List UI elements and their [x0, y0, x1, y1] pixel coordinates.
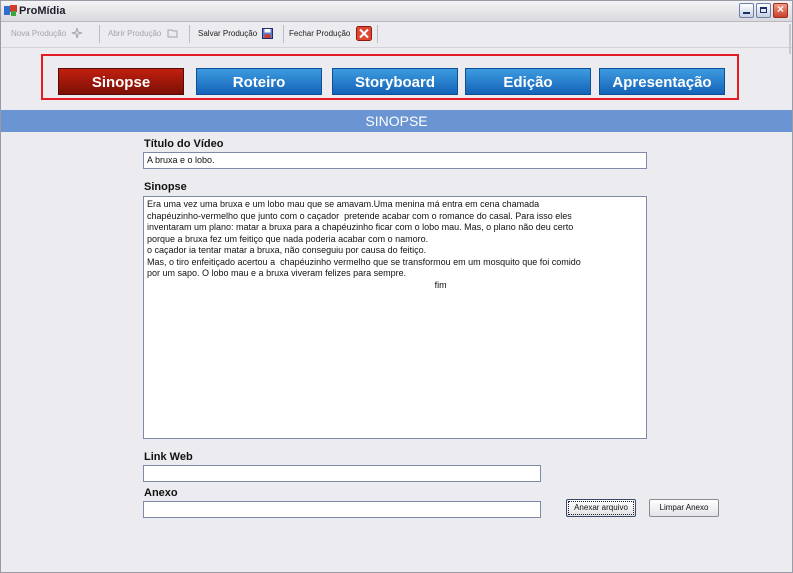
- tab-roteiro[interactable]: Roteiro: [196, 68, 322, 95]
- close-window-button[interactable]: ×: [773, 2, 788, 18]
- anexo-field[interactable]: [143, 501, 541, 518]
- save-icon: [262, 28, 274, 40]
- anexo-label: Anexo: [144, 487, 178, 499]
- app-logo-icon: [4, 5, 17, 16]
- abrir-producao-button[interactable]: Abrir Produção: [104, 25, 186, 43]
- sinopse-textarea[interactable]: Era uma vez uma bruxa e um lobo mau que …: [143, 196, 647, 439]
- abrir-producao-label: Abrir Produção: [108, 29, 162, 38]
- sparkle-new-icon: [72, 28, 83, 39]
- toolbar-separator: [283, 25, 284, 43]
- tab-label: Roteiro: [232, 74, 286, 91]
- anexar-arquivo-button[interactable]: Anexar arquivo: [566, 499, 636, 517]
- link-web-field[interactable]: [143, 465, 541, 482]
- title-bar: ProMídia ×: [1, 1, 792, 22]
- salvar-producao-label: Salvar Produção: [198, 29, 258, 38]
- tab-apresentacao[interactable]: Apresentação: [599, 68, 725, 95]
- tab-edicao[interactable]: Edição: [465, 68, 591, 95]
- titulo-label: Título do Vídeo: [144, 138, 224, 150]
- sinopse-label: Sinopse: [144, 181, 187, 193]
- window-title: ProMídia: [19, 5, 66, 17]
- tab-label: Sinopse: [91, 74, 151, 91]
- tab-label: Edição: [503, 74, 553, 91]
- minimize-button[interactable]: [739, 3, 754, 18]
- toolbar-separator: [377, 25, 378, 43]
- maximize-icon: [760, 7, 767, 13]
- folder-open-icon: [167, 29, 178, 38]
- tab-navigation: Sinopse Roteiro Storyboard Edição Aprese…: [41, 54, 739, 100]
- nova-producao-button[interactable]: Nova Produção: [7, 25, 97, 43]
- limpar-anexo-button[interactable]: Limpar Anexo: [649, 499, 719, 517]
- section-title-bar: SINOPSE: [1, 110, 792, 132]
- fechar-producao-button[interactable]: Fechar Produção: [285, 25, 375, 43]
- minimize-icon: [743, 12, 750, 14]
- tab-sinopse[interactable]: Sinopse: [58, 68, 184, 95]
- section-title: SINOPSE: [365, 113, 428, 129]
- toolbar-separator: [189, 25, 190, 43]
- nova-producao-label: Nova Produção: [11, 29, 67, 38]
- toolbar-separator: [99, 25, 100, 43]
- close-icon: ×: [776, 2, 784, 16]
- tab-storyboard[interactable]: Storyboard: [332, 68, 458, 95]
- app-window: ProMídia × Nova Produção Abrir Produção …: [0, 0, 793, 573]
- titulo-field[interactable]: A bruxa e o lobo.: [143, 152, 647, 169]
- maximize-button[interactable]: [756, 3, 771, 18]
- scroll-grip: [789, 24, 791, 54]
- salvar-producao-button[interactable]: Salvar Produção: [194, 25, 280, 43]
- fechar-producao-label: Fechar Produção: [289, 29, 351, 38]
- tab-label: Apresentação: [612, 74, 712, 91]
- close-icon: [355, 26, 372, 42]
- toolbar: Nova Produção Abrir Produção Salvar Prod…: [1, 22, 792, 48]
- tab-label: Storyboard: [354, 74, 435, 91]
- link-web-label: Link Web: [144, 451, 193, 463]
